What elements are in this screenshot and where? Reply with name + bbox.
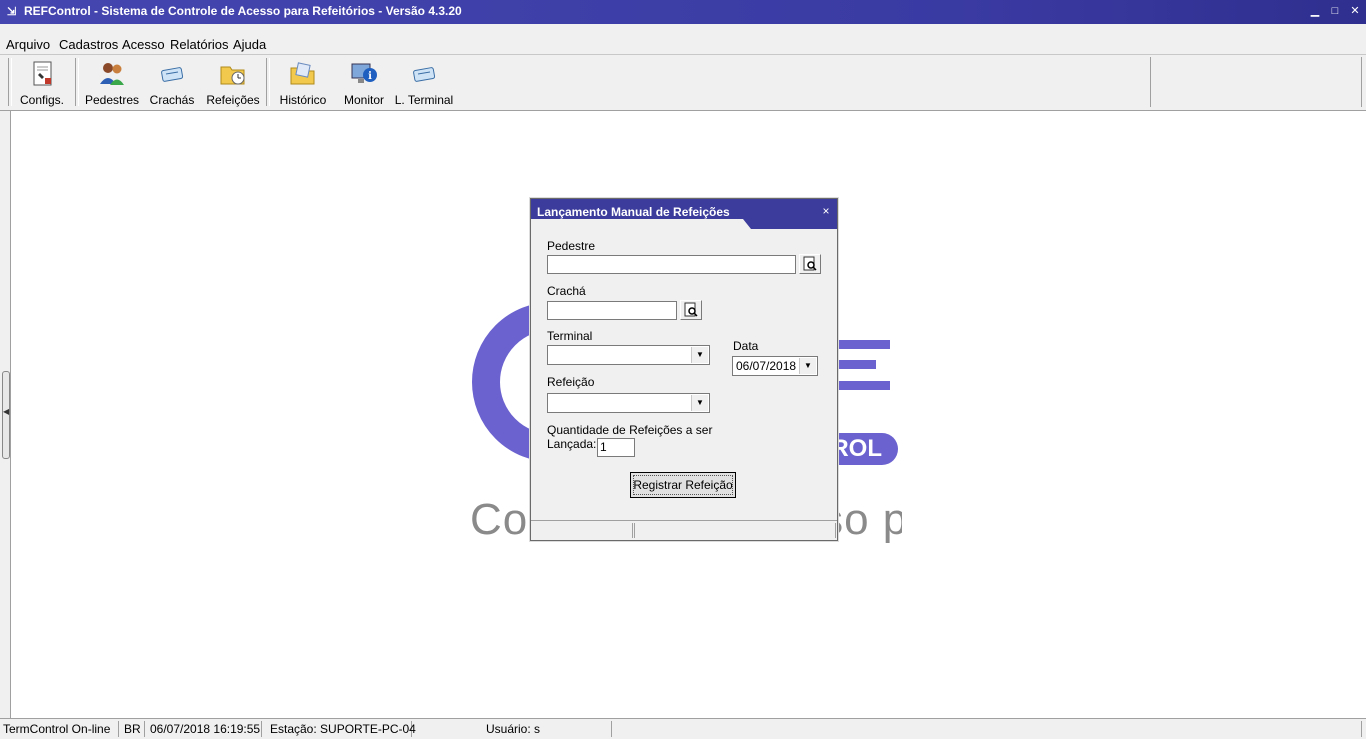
manual-meal-dialog: Lançamento Manual de Refeições × Pedestr… — [530, 198, 838, 541]
toolbar-grip — [8, 58, 12, 106]
collapse-arrow-icon[interactable]: ◀ — [3, 407, 9, 416]
toolbar-historico-label: Histórico — [279, 93, 327, 107]
search-doc-icon — [684, 302, 698, 317]
toolbar-monitor-label: Monitor — [343, 93, 384, 107]
people-icon — [100, 63, 124, 85]
toolbar-refeicoes-label: Refeições — [206, 93, 260, 107]
search-doc-icon — [803, 256, 817, 271]
refeicao-select[interactable]: ▼ — [547, 393, 710, 413]
terminal-label: Terminal — [547, 329, 593, 343]
menu-bar: Arquivo Cadastros Acesso Relatórios Ajud… — [0, 24, 1366, 55]
toolbar-l-terminal-label: L. Terminal — [394, 93, 454, 107]
refeicao-label: Refeição — [547, 375, 595, 389]
minimize-button[interactable]: ▁ — [1306, 3, 1324, 19]
menu-arquivo[interactable]: Arquivo — [6, 37, 50, 52]
dialog-status-bar — [531, 520, 837, 540]
status-connection: TermControl On-line — [0, 721, 119, 737]
folder-clock-icon — [220, 66, 245, 85]
cracha-search-button[interactable] — [680, 300, 702, 320]
cracha-label: Crachá — [547, 284, 586, 298]
date-value: 06/07/2018 — [736, 359, 797, 373]
dialog-status-cell — [531, 523, 633, 538]
title-bar: ⇲ REFControl - Sistema de Controle de Ac… — [0, 0, 1366, 24]
date-picker[interactable]: 06/07/2018 ▼ — [732, 356, 818, 376]
chevron-down-icon[interactable]: ▼ — [691, 347, 708, 363]
menu-relatorios[interactable]: Relatórios — [170, 37, 229, 52]
dialog-status-cell — [634, 523, 836, 538]
toolbar-configs-button[interactable]: Configs. — [16, 57, 68, 107]
menu-acesso[interactable]: Acesso — [122, 37, 165, 52]
status-datetime: 06/07/2018 16:19:55 — [147, 721, 262, 737]
app-icon: ⇲ — [7, 6, 17, 18]
history-folder-icon — [290, 62, 315, 85]
dialog-title-bar: Lançamento Manual de Refeições × — [531, 199, 837, 229]
data-label: Data — [733, 339, 759, 353]
toolbar-separator — [266, 58, 270, 106]
toolbar-pedestres-button[interactable]: Pedestres — [84, 57, 140, 107]
chevron-down-icon[interactable]: ▼ — [691, 395, 708, 411]
toolbar-right-panel — [1150, 57, 1362, 107]
quantidade-input[interactable]: 1 — [597, 438, 635, 457]
register-meal-button[interactable]: Registrar Refeição — [630, 472, 736, 498]
toolbar-l-terminal-button[interactable]: L. Terminal — [394, 57, 454, 107]
status-bar: TermControl On-line BR 06/07/2018 16:19:… — [0, 718, 1366, 739]
status-empty — [614, 721, 1362, 737]
cracha-input[interactable] — [547, 301, 677, 320]
menu-ajuda[interactable]: Ajuda — [233, 37, 266, 52]
svg-text:i: i — [368, 71, 372, 82]
pedestre-search-button[interactable] — [799, 254, 821, 274]
status-user: Usuário: s — [414, 721, 612, 737]
left-splitter[interactable]: ◀ — [0, 111, 11, 718]
status-locale: BR — [121, 721, 145, 737]
toolbar-historico-button[interactable]: Histórico — [276, 57, 330, 107]
maximize-button[interactable]: □ — [1326, 3, 1344, 19]
toolbar-crachas-button[interactable]: Crachás — [148, 57, 196, 107]
window-title: REFControl - Sistema de Controle de Aces… — [24, 4, 462, 18]
config-document-icon — [33, 61, 52, 86]
monitor-info-icon: i — [351, 63, 377, 83]
menu-cadastros[interactable]: Cadastros — [59, 37, 118, 52]
terminal-select[interactable]: ▼ — [547, 345, 710, 365]
toolbar-separator — [75, 58, 79, 106]
toolbar-refeicoes-button[interactable]: Refeições — [206, 57, 260, 107]
toolbar-pedestres-label: Pedestres — [84, 93, 140, 107]
toolbar: Configs. Pedestres Crachás Refeições His… — [0, 55, 1366, 111]
quantidade-label: Quantidade de Refeições a ser — [547, 423, 713, 437]
toolbar-crachas-label: Crachás — [149, 93, 195, 107]
badge-card-icon — [161, 67, 184, 82]
pedestre-label: Pedestre — [547, 239, 596, 253]
quantidade-label-line2: Lançada: — [547, 437, 597, 451]
toolbar-configs-label: Configs. — [19, 93, 65, 107]
toolbar-monitor-button[interactable]: i Monitor — [340, 57, 388, 107]
dialog-close-button[interactable]: × — [820, 204, 832, 218]
terminal-card-icon — [413, 67, 436, 82]
pedestre-input[interactable] — [547, 255, 796, 274]
status-station: Estação: SUPORTE-PC-04 — [264, 721, 416, 737]
chevron-down-icon[interactable]: ▼ — [799, 358, 816, 374]
close-button[interactable]: ✕ — [1346, 3, 1364, 19]
dialog-title: Lançamento Manual de Refeições — [537, 205, 730, 219]
